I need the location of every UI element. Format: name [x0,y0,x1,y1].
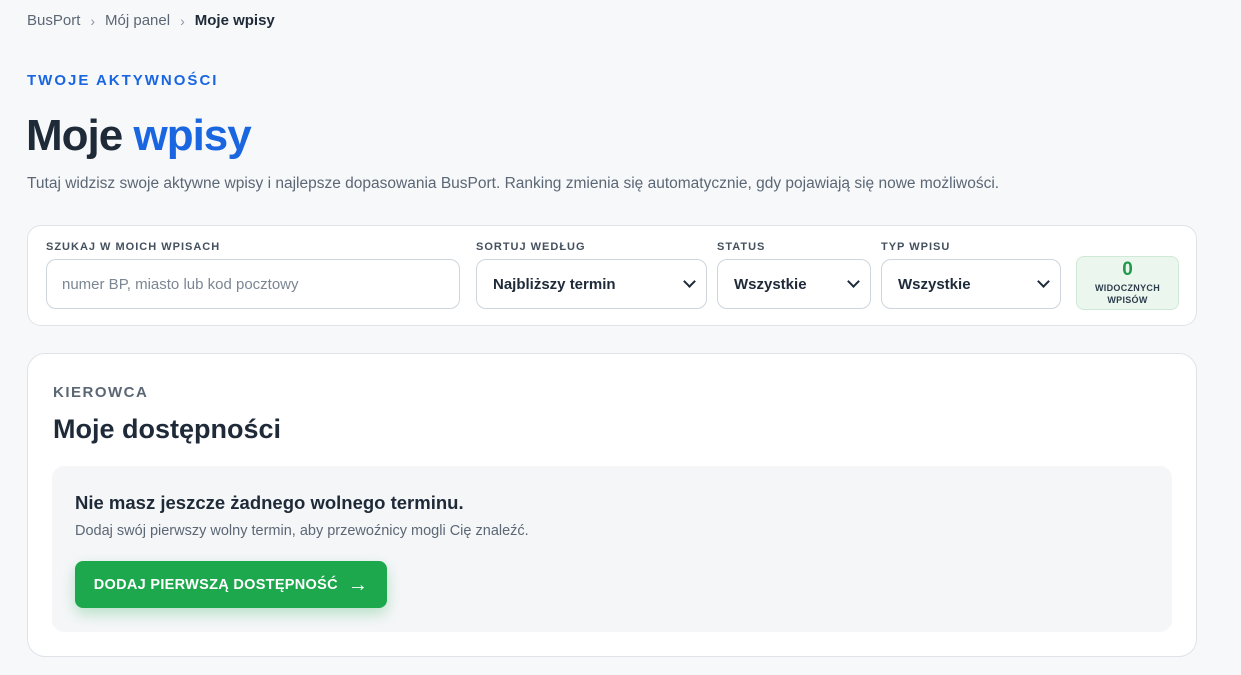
page: BusPort › Mój panel › Moje wpisy TWOJE A… [0,0,1241,675]
breadcrumb-panel[interactable]: Mój panel [105,12,170,29]
page-eyebrow: TWOJE AKTYWNOŚCI [27,72,219,89]
empty-state-description: Dodaj swój pierwszy wolny termin, aby pr… [75,523,529,539]
section-eyebrow: KIEROWCA [53,384,149,401]
chevron-down-icon [683,275,696,288]
sort-select-value: Najbliższy termin [493,275,616,293]
chevron-down-icon [1037,275,1050,288]
page-title-accent: wpisy [133,111,251,160]
status-select[interactable]: Wszystkie [717,259,871,309]
breadcrumb-home[interactable]: BusPort [27,12,80,29]
add-first-availability-label: DODAJ PIERWSZĄ DOSTĘPNOŚĆ [93,576,338,593]
filters-card: SZUKAJ W MOICH WPISACH SORTUJ WEDŁUG Naj… [27,225,1197,326]
visible-count-number: 0 [1122,259,1133,280]
breadcrumb: BusPort › Mój panel › Moje wpisy [27,12,275,29]
page-title-plain: Moje [26,111,123,160]
availability-section: KIEROWCA Moje dostępności Nie masz jeszc… [27,353,1197,657]
empty-state: Nie masz jeszcze żadnego wolnego terminu… [52,466,1172,632]
arrow-right-icon: → [347,573,369,596]
chevron-down-icon [847,275,860,288]
page-title: Moje wpisy [26,108,252,164]
breadcrumb-separator: › [90,12,96,29]
add-first-availability-button[interactable]: DODAJ PIERWSZĄ DOSTĘPNOŚĆ → [75,561,387,608]
search-input[interactable] [47,275,459,293]
visible-count-badge: 0 WIDOCZNYCH WPISÓW [1076,256,1179,310]
breadcrumb-current: Moje wpisy [194,12,275,29]
visible-count-label: WIDOCZNYCH WPISÓW [1095,283,1160,305]
empty-state-title: Nie masz jeszcze żadnego wolnego terminu… [75,492,464,513]
status-label: STATUS [717,241,766,253]
sort-label: SORTUJ WEDŁUG [476,241,586,253]
status-select-value: Wszystkie [734,275,807,293]
breadcrumb-separator: › [180,12,185,29]
search-field[interactable] [46,259,460,309]
search-label: SZUKAJ W MOICH WPISACH [46,241,221,253]
section-title: Moje dostępności [53,414,282,444]
type-select-value: Wszystkie [898,275,971,293]
type-select[interactable]: Wszystkie [881,259,1061,309]
sort-select[interactable]: Najbliższy termin [476,259,707,309]
type-label: TYP WPISU [881,241,951,253]
page-subtitle: Tutaj widzisz swoje aktywne wpisy i najl… [27,175,1000,192]
